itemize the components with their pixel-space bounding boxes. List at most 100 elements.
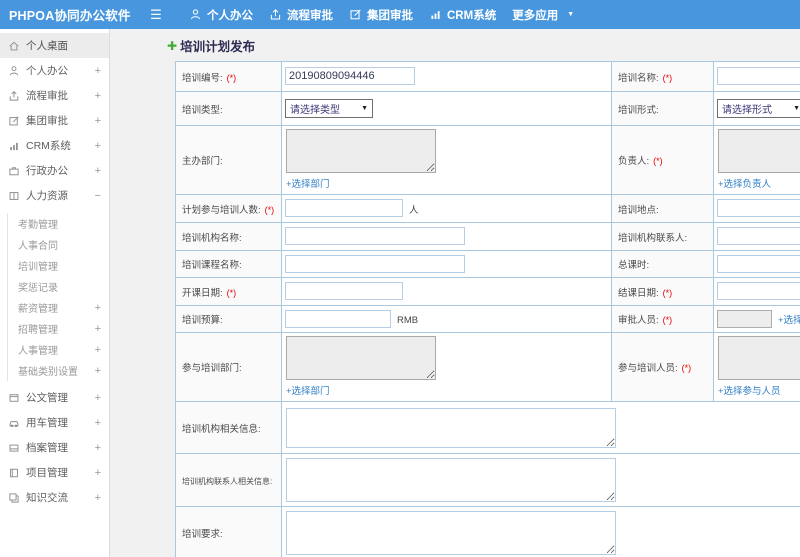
edit-icon xyxy=(9,115,19,125)
join-people-textarea[interactable] xyxy=(718,336,800,380)
sidebar-item-vehicle-management[interactable]: 用车管理 + xyxy=(0,410,109,435)
expand-indicator[interactable]: + xyxy=(95,365,101,377)
top-navbar: PHPOA协同办公软件 ☰ 个人办公 流程审批 集团审批 CRM系统 更多应用 … xyxy=(0,0,800,29)
sidebar-item-crm-system[interactable]: CRM系统 + xyxy=(0,133,109,158)
budget-input[interactable] xyxy=(285,309,391,328)
sidebar-subitem-attendance[interactable]: 考勤管理 xyxy=(8,213,109,234)
expand-indicator[interactable]: + xyxy=(95,165,101,177)
sidebar-subitem-hr-contract[interactable]: 人事合同 xyxy=(8,234,109,255)
training-no-label: 培训编号: xyxy=(182,72,223,84)
nav-group-approval[interactable]: 集团审批 xyxy=(349,7,413,23)
document-icon xyxy=(9,393,19,402)
expand-indicator[interactable]: + xyxy=(95,115,101,127)
form-row: 培训机构名称: 培训机构联系人: xyxy=(175,222,800,251)
expand-indicator[interactable]: + xyxy=(95,392,101,404)
course-name-input[interactable] xyxy=(285,254,465,273)
nav-more-apps[interactable]: 更多应用 ▼ xyxy=(512,7,574,23)
start-date-input[interactable] xyxy=(285,282,403,301)
home-icon xyxy=(9,41,19,50)
sidebar-item-personal-desktop[interactable]: 个人桌面 xyxy=(0,33,109,58)
expand-indicator[interactable]: + xyxy=(95,90,101,102)
car-icon xyxy=(9,420,19,427)
form-row: 参与培训部门: +选择部门 参与培训人员: (*) +选择参与人员 xyxy=(175,332,800,402)
nav-workflow-approval[interactable]: 流程审批 xyxy=(269,7,333,23)
hamburger-icon[interactable]: ☰ xyxy=(143,7,169,23)
rmb-unit: RMB xyxy=(397,315,419,327)
notebook-icon xyxy=(10,468,18,477)
org-info-textarea[interactable] xyxy=(286,407,616,448)
expand-indicator[interactable]: + xyxy=(95,492,101,504)
expand-indicator[interactable]: + xyxy=(95,344,101,356)
requirements-label: 培训要求: xyxy=(182,529,223,540)
org-name-input[interactable] xyxy=(285,227,465,246)
user-icon xyxy=(190,9,201,20)
end-date-label: 结课日期: xyxy=(618,287,659,299)
select-leader-link[interactable]: +选择负责人 xyxy=(718,176,771,190)
training-type-select[interactable]: 请选择类型 ▼ xyxy=(285,99,373,118)
host-dept-textarea[interactable] xyxy=(286,129,436,173)
sidebar-item-workflow-approval[interactable]: 流程审批 + xyxy=(0,83,109,108)
requirements-textarea[interactable] xyxy=(286,511,616,555)
sidebar-subitem-reward-punishment[interactable]: 奖惩记录 xyxy=(8,276,109,297)
form-row: 主办部门: +选择部门 负责人: (*) +选择负责人 xyxy=(175,125,800,195)
training-no-input[interactable] xyxy=(285,67,415,86)
required-mark: (*) xyxy=(662,287,673,298)
person-unit: 人 xyxy=(409,204,419,216)
sidebar-subitem-salary-management[interactable]: 薪资管理 + xyxy=(8,297,109,318)
form-row: 培训预算: RMB 审批人员:(*) +选择审批人员 xyxy=(175,305,800,333)
sidebar-item-project-management[interactable]: 项目管理 + xyxy=(0,460,109,485)
sidebar-item-admin-office[interactable]: 行政办公 + xyxy=(0,158,109,183)
training-name-input[interactable] xyxy=(717,67,800,86)
select-dept-link[interactable]: +选择部门 xyxy=(286,383,330,397)
sidebar-subitem-training-management[interactable]: 培训管理 xyxy=(8,255,109,276)
sidebar-item-personal-office[interactable]: 个人办公 + xyxy=(0,58,109,83)
expand-indicator[interactable]: + xyxy=(95,442,101,454)
approver-label: 审批人员: xyxy=(618,315,659,326)
location-input[interactable] xyxy=(717,199,800,218)
training-form-select[interactable]: 请选择形式 ▼ xyxy=(717,99,800,118)
collapse-indicator[interactable]: − xyxy=(95,190,101,202)
expand-indicator[interactable]: + xyxy=(95,302,101,314)
select-approver-link[interactable]: +选择审批人员 xyxy=(778,312,800,326)
org-contact-info-textarea[interactable] xyxy=(286,458,616,502)
plus-icon: ✚ xyxy=(167,38,178,53)
sidebar-item-archive-management[interactable]: 档案管理 + xyxy=(0,435,109,460)
end-date-input[interactable] xyxy=(717,282,800,301)
required-mark: (*) xyxy=(264,204,275,215)
nav-personal-office[interactable]: 个人办公 xyxy=(189,7,253,23)
expand-indicator[interactable]: + xyxy=(95,323,101,335)
join-people-label: 参与培训人员: xyxy=(618,363,678,374)
expand-indicator[interactable]: + xyxy=(95,467,101,479)
sidebar-item-label: CRM系统 xyxy=(26,140,71,152)
org-name-label: 培训机构名称: xyxy=(182,232,242,244)
sidebar-subitem-personnel[interactable]: 人事管理 + xyxy=(8,339,109,360)
sidebar-subitem-label: 基础类别设置 xyxy=(18,367,78,378)
sidebar-item-human-resources[interactable]: 人力资源 − xyxy=(0,183,109,208)
expand-indicator[interactable]: + xyxy=(95,65,101,77)
page-title-text: 培训计划发布 xyxy=(180,40,256,54)
org-contact-info-label: 培训机构联系人相关信息: xyxy=(182,477,273,486)
sidebar-item-knowledge-exchange[interactable]: 知识交流 + xyxy=(0,485,109,510)
sidebar-subitem-recruitment[interactable]: 招聘管理 + xyxy=(8,318,109,339)
total-hours-input[interactable] xyxy=(717,254,800,273)
leader-textarea[interactable] xyxy=(718,129,800,173)
planned-count-input[interactable] xyxy=(285,199,403,218)
sidebar-item-group-approval[interactable]: 集团审批 + xyxy=(0,108,109,133)
chart-icon xyxy=(10,142,18,150)
select-dept-link[interactable]: +选择部门 xyxy=(286,176,330,190)
sidebar-subitem-base-category[interactable]: 基础类别设置 + xyxy=(8,360,109,381)
select-participants-link[interactable]: +选择参与人员 xyxy=(718,383,781,397)
sidebar-item-official-docs[interactable]: 公文管理 + xyxy=(0,385,109,410)
sidebar: 个人桌面 个人办公 + 流程审批 + 集团审批 + CRM系统 + 行政办公 +… xyxy=(0,29,110,557)
expand-indicator[interactable]: + xyxy=(95,417,101,429)
join-depts-textarea[interactable] xyxy=(286,336,436,380)
nav-crm-system[interactable]: CRM系统 xyxy=(429,7,496,23)
approver-input[interactable] xyxy=(717,309,772,328)
sidebar-item-label: 项目管理 xyxy=(26,467,68,479)
hr-submenu: 考勤管理 人事合同 培训管理 奖惩记录 薪资管理 + 招聘管理 + 人事管理 +… xyxy=(7,213,109,381)
org-contact-input[interactable] xyxy=(717,227,800,246)
sidebar-item-label: 用车管理 xyxy=(26,417,68,429)
sidebar-item-label: 集团审批 xyxy=(26,115,68,127)
expand-indicator[interactable]: + xyxy=(95,140,101,152)
org-info-label: 培训机构相关信息: xyxy=(182,423,261,435)
